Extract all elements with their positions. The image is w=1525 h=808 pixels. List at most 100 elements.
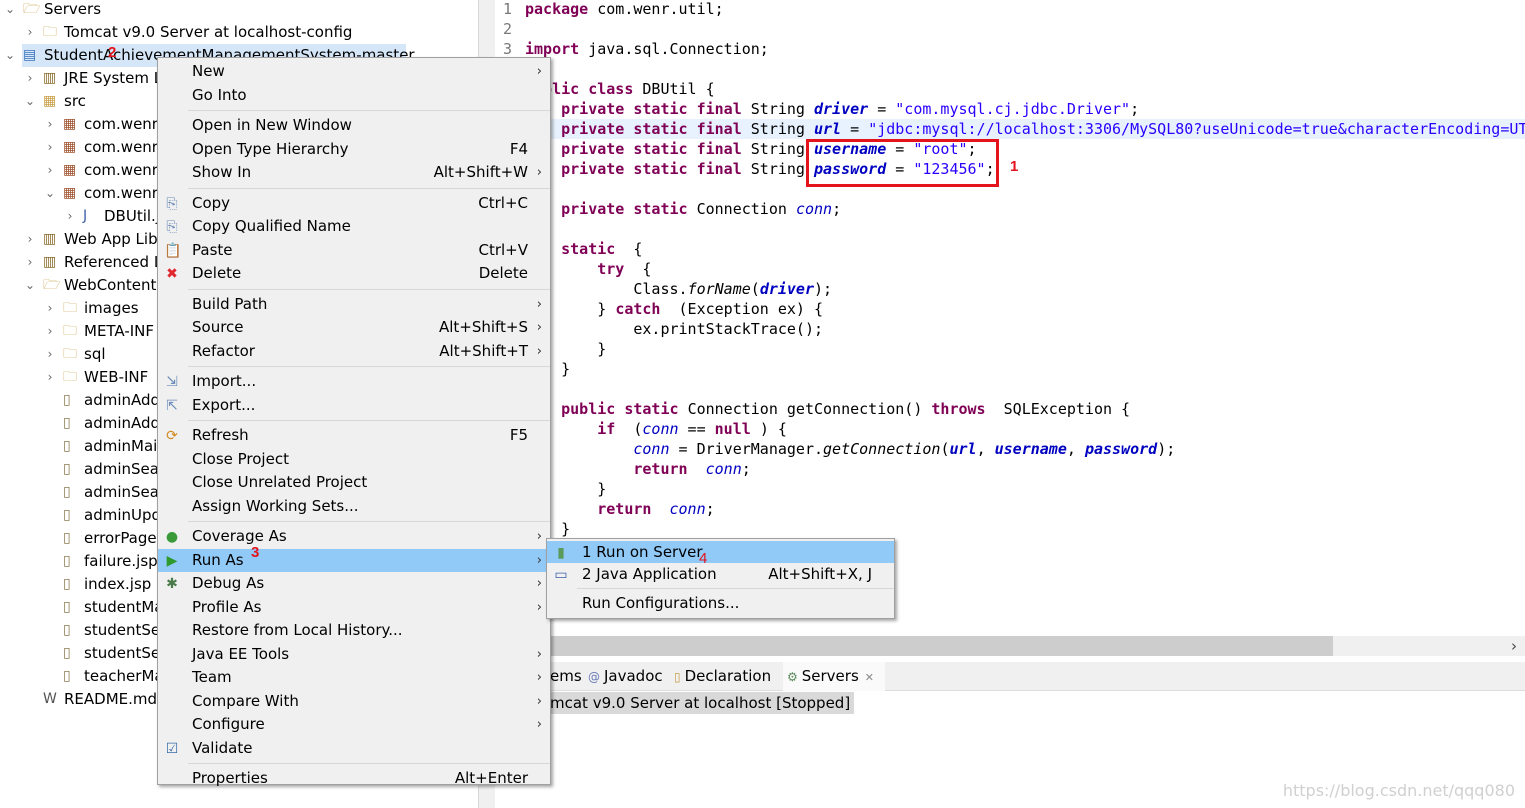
chevron-right-icon[interactable]: › <box>44 113 56 136</box>
chevron-right-icon[interactable]: › <box>24 67 36 90</box>
tab-javadoc[interactable]: @ Javadoc <box>584 662 668 691</box>
close-icon[interactable]: ✕ <box>865 671 874 684</box>
chevron-right-icon[interactable]: › <box>44 343 56 366</box>
menu-item-source[interactable]: Source Alt+Shift+S › <box>158 316 550 340</box>
tree-item-label: index.jsp <box>84 575 152 593</box>
chevron-down-icon[interactable]: ⌄ <box>4 44 16 67</box>
copy-qualified-icon: ⎘ <box>166 219 178 235</box>
chevron-down-icon[interactable]: ⌄ <box>24 274 36 297</box>
tree-item[interactable]: ⌄ 🗁 Servers <box>0 0 478 21</box>
chevron-down-icon[interactable]: ⌄ <box>4 0 16 21</box>
menu-item-import[interactable]: ⇲ Import... <box>158 370 550 394</box>
scrollbar-thumb[interactable] <box>546 636 1333 656</box>
menu-item-label: Open in New Window <box>192 116 352 134</box>
menu-item-label: Close Unrelated Project <box>192 473 368 491</box>
menu-item-team[interactable]: Team › <box>158 666 550 690</box>
menu-item-validate[interactable]: ☑ Validate <box>158 737 550 761</box>
menu-item-build-path[interactable]: Build Path › <box>158 293 550 317</box>
folder-icon: 🗀 <box>63 346 77 362</box>
chevron-right-icon[interactable]: › <box>44 136 56 159</box>
code-token: return <box>597 500 652 518</box>
tree-item-label: WebContent <box>64 276 157 294</box>
menu-item-profile-as[interactable]: Profile As › <box>158 596 550 620</box>
menu-item-properties[interactable]: Properties Alt+Enter <box>158 767 550 791</box>
tree-item-label: images <box>84 299 139 317</box>
menu-item-open-type-hierarchy[interactable]: Open Type Hierarchy F4 <box>158 138 550 162</box>
menu-item-show-in[interactable]: Show In Alt+Shift+W › <box>158 161 550 185</box>
menu-item-assign-working-sets[interactable]: Assign Working Sets... <box>158 495 550 519</box>
menu-item-open-in-new-window[interactable]: Open in New Window <box>158 114 550 138</box>
scroll-right-icon[interactable]: › <box>1511 636 1517 656</box>
menu-item-java-ee-tools[interactable]: Java EE Tools › <box>158 643 550 667</box>
jsp-file-icon: ▯ <box>63 392 71 408</box>
chevron-right-icon[interactable]: › <box>44 297 56 320</box>
tree-item-label: com.wenr <box>84 161 158 179</box>
chevron-right-icon[interactable]: › <box>44 366 56 389</box>
tab-label: Javadoc <box>604 667 663 685</box>
library-icon: ▥ <box>43 231 57 247</box>
menu-item-refactor[interactable]: Refactor Alt+Shift+T › <box>158 340 550 364</box>
menu-item-export[interactable]: ⇱ Export... <box>158 394 550 418</box>
context-menu: New › Go Into Open in New Window Open Type H… <box>157 57 551 787</box>
menu-item-close-unrelated-project[interactable]: Close Unrelated Project <box>158 471 550 495</box>
chevron-right-icon[interactable]: › <box>64 205 76 228</box>
chevron-right-icon: › <box>536 343 542 359</box>
menu-item-run-as[interactable]: ▶ Run As › <box>158 548 550 572</box>
code-line: private static final String url = "jdbc:… <box>525 119 1525 139</box>
menu-item-refresh[interactable]: ⟳ Refresh F5 <box>158 424 550 448</box>
tree-item[interactable]: › 🗀 Tomcat v9.0 Server at localhost-config <box>0 21 478 44</box>
menu-item-copy-qualified-name[interactable]: ⎘ Copy Qualified Name <box>158 215 550 239</box>
code-editor[interactable]: 1 2 3 package com.wenr.util; import java.sql… <box>495 0 1525 630</box>
code-token: catch <box>615 300 661 318</box>
highlight-box <box>806 139 999 187</box>
menu-separator <box>188 187 550 189</box>
chevron-right-icon[interactable]: › <box>24 21 36 44</box>
code-token: static <box>561 240 616 258</box>
checkbox-icon: ☑ <box>165 740 179 757</box>
chevron-right-icon[interactable]: › <box>44 159 56 182</box>
menu-item-run-configurations[interactable]: Run Configurations... <box>547 592 894 614</box>
chevron-down-icon[interactable]: ⌄ <box>24 90 36 113</box>
code-line: public static Connection getConnection()… <box>525 399 1525 419</box>
tree-item-label: com.wenr <box>84 115 158 133</box>
menu-item-restore-from-local-history[interactable]: Restore from Local History... <box>158 619 550 643</box>
jsp-file-icon: ▯ <box>63 645 71 661</box>
menu-item-configure[interactable]: Configure › <box>158 713 550 737</box>
tab-ems[interactable]: ems <box>546 662 582 691</box>
line-number: 2 <box>503 20 513 38</box>
code-line: private static final String driver = "co… <box>525 99 1525 119</box>
server-list-item[interactable]: mcat v9.0 Server at localhost [Stopped] <box>546 692 855 714</box>
menu-item-shortcut: Ctrl+C <box>478 193 528 212</box>
code-token: if <box>597 420 616 438</box>
chevron-right-icon[interactable]: › <box>44 320 56 343</box>
menu-item-go-into[interactable]: Go Into <box>158 84 550 108</box>
bottom-tab-bar: ems @ Javadoc ▯ Declaration ⚙ Servers ✕ <box>546 662 1525 691</box>
menu-item-close-project[interactable]: Close Project <box>158 448 550 472</box>
menu-item-1-run-on-server[interactable]: ▮ 1 Run on Server <box>547 541 894 563</box>
code-token: conn <box>705 460 742 478</box>
menu-item-coverage-as[interactable]: ● Coverage As › <box>158 525 550 549</box>
menu-item-label: Delete <box>192 264 242 282</box>
menu-item-debug-as[interactable]: ✱ Debug As › <box>158 572 550 596</box>
code-line: public class DBUtil { <box>525 79 1525 99</box>
menu-item-compare-with[interactable]: Compare With › <box>158 690 550 714</box>
chevron-down-icon[interactable]: ⌄ <box>44 182 56 205</box>
chevron-right-icon[interactable]: › <box>24 228 36 251</box>
code-line: return conn; <box>525 459 1525 479</box>
menu-item-label: 2 Java Application <box>582 565 717 583</box>
menu-item-copy[interactable]: ⎘ Copy Ctrl+C <box>158 192 550 216</box>
horizontal-scrollbar[interactable]: › <box>546 636 1525 656</box>
menu-item-label: Restore from Local History... <box>192 621 403 639</box>
tab-servers[interactable]: ⚙ Servers ✕ <box>783 662 885 691</box>
menu-item-2-java-application[interactable]: ▭ 2 Java Application Alt+Shift+X, J <box>547 563 894 585</box>
declaration-icon: ▯ <box>674 670 681 684</box>
menu-item-new[interactable]: New › <box>158 60 550 84</box>
chevron-right-icon[interactable]: › <box>24 251 36 274</box>
menu-item-paste[interactable]: 📋 Paste Ctrl+V <box>158 239 550 263</box>
menu-item-delete[interactable]: ✖ Delete Delete <box>158 262 550 286</box>
menu-item-label: Close Project <box>192 449 289 468</box>
code-line: static { <box>525 239 1525 259</box>
tab-declaration[interactable]: ▯ Declaration <box>670 662 781 691</box>
